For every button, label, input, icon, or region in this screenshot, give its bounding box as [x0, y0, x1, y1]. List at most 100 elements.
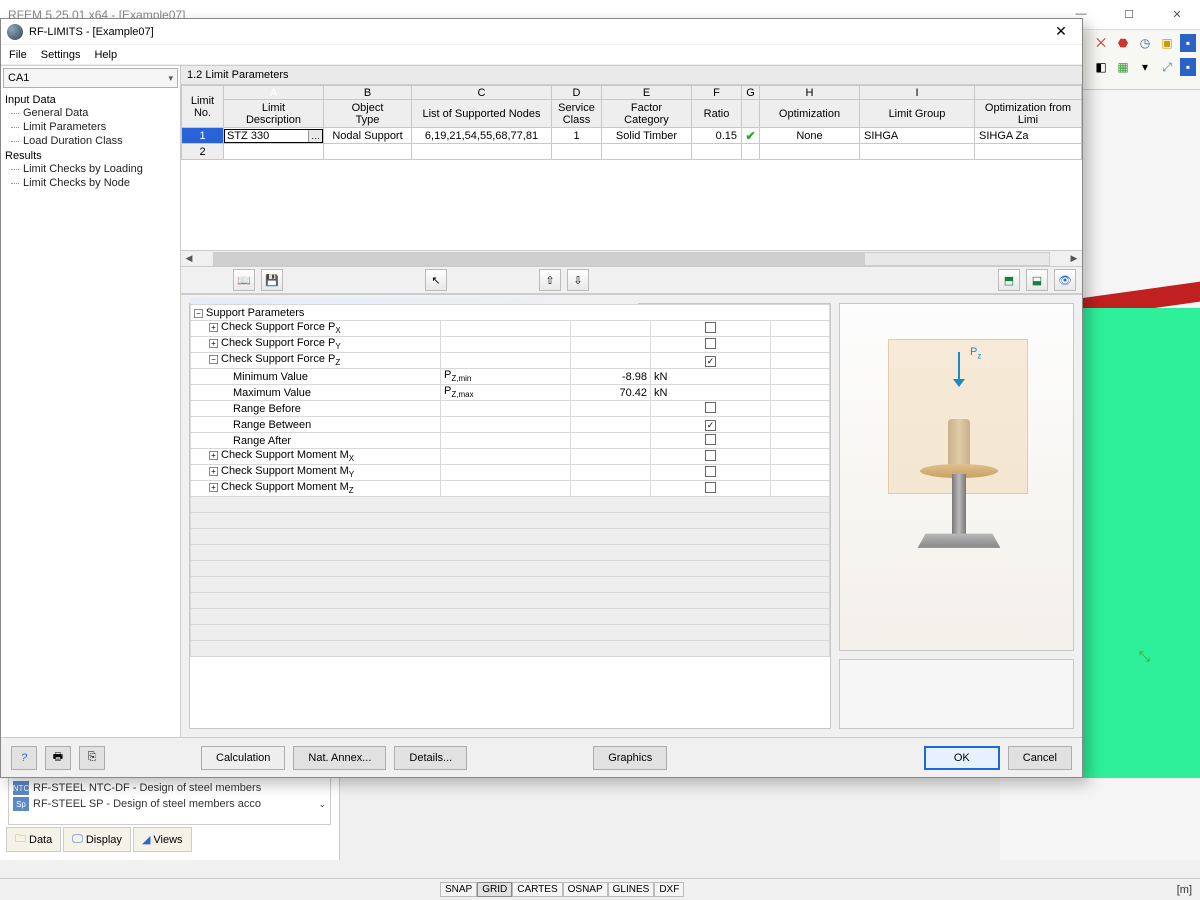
tab-display[interactable]: 🖵Display [63, 827, 131, 852]
ok-button[interactable]: OK [924, 746, 1000, 770]
nat-annex-button[interactable]: Nat. Annex... [293, 746, 386, 770]
scrollbar-thumb[interactable] [214, 253, 865, 265]
grid-hscroll[interactable]: ◀ ▶ [181, 250, 1082, 266]
expand-icon[interactable]: + [209, 323, 218, 332]
collapse-icon[interactable]: − [209, 355, 218, 364]
menu-help[interactable]: Help [94, 49, 117, 61]
checkbox-mz[interactable] [705, 482, 716, 493]
dialog-titlebar[interactable]: RF-LIMITS - [Example07] ✕ [1, 19, 1082, 45]
toolbar-icon[interactable]: ▦ [1114, 58, 1132, 76]
expand-icon[interactable]: + [209, 483, 218, 492]
collapse-icon[interactable]: − [194, 309, 203, 318]
col-header[interactable]: Service Class [552, 100, 602, 128]
nav-tree[interactable]: Input Data General Data Limit Parameters… [1, 90, 180, 737]
graphics-button[interactable]: Graphics [593, 746, 667, 770]
col-letter[interactable]: E [602, 86, 692, 100]
tree-checks-loading[interactable]: Limit Checks by Loading [5, 162, 176, 176]
col-header[interactable]: Optimization [760, 100, 860, 128]
tab-data[interactable]: 🗀Data [6, 827, 61, 852]
status-snap[interactable]: SNAP [440, 882, 477, 897]
toolbar-icon[interactable]: ⤢ [1158, 58, 1176, 76]
view-toggle-button[interactable]: 👁 [1054, 269, 1076, 291]
col-header[interactable]: List of Supported Nodes [412, 100, 552, 128]
sort-asc-button[interactable]: ⇧ [539, 269, 561, 291]
tree-limit-parameters[interactable]: Limit Parameters [5, 120, 176, 134]
limit-description-input[interactable]: STZ 330… [224, 129, 323, 143]
status-glines[interactable]: GLINES [608, 882, 655, 897]
export-button[interactable]: ⎘ [79, 746, 105, 770]
scroll-right-icon[interactable]: ▶ [1066, 253, 1082, 264]
col-header[interactable] [742, 100, 760, 128]
calculation-button[interactable]: Calculation [201, 746, 285, 770]
menu-settings[interactable]: Settings [41, 49, 81, 61]
checkbox-py[interactable] [705, 338, 716, 349]
expand-icon[interactable]: + [209, 451, 218, 460]
toolbar-icon[interactable]: ⨉ [1092, 34, 1110, 52]
checkbox-pz[interactable]: ✓ [705, 356, 716, 367]
close-icon[interactable]: ✕ [1162, 8, 1192, 21]
col-letter[interactable]: D [552, 86, 602, 100]
toolbar-icon[interactable]: ▪ [1180, 34, 1196, 52]
maximize-icon[interactable]: ☐ [1114, 8, 1144, 21]
status-dxf[interactable]: DXF [654, 882, 684, 897]
checkbox-range-before[interactable] [705, 402, 716, 413]
status-osnap[interactable]: OSNAP [563, 882, 608, 897]
table-row[interactable]: 2 [182, 144, 1082, 160]
col-no[interactable]: Limit No. [182, 86, 224, 128]
col-header[interactable]: Limit Description [224, 100, 324, 128]
case-combo[interactable]: CA1 ▾ [3, 68, 178, 88]
row-number[interactable]: 2 [182, 144, 224, 160]
menu-file[interactable]: File [9, 49, 27, 61]
tree-load-duration[interactable]: Load Duration Class [5, 134, 176, 148]
col-header[interactable]: Object Type [324, 100, 412, 128]
checkbox-mx[interactable] [705, 450, 716, 461]
library-button[interactable]: 📖 [233, 269, 255, 291]
col-header[interactable]: Factor Category [602, 100, 692, 128]
toolbar-icon[interactable]: ▪ [1180, 58, 1196, 76]
col-header[interactable]: Limit Group [860, 100, 975, 128]
expand-icon[interactable]: + [209, 467, 218, 476]
pick-button[interactable]: ↖ [425, 269, 447, 291]
col-letter[interactable]: A [224, 86, 324, 100]
excel-import-button[interactable]: ⬓ [1026, 269, 1048, 291]
checkbox-range-after[interactable] [705, 434, 716, 445]
toolbar-icon[interactable]: ▣ [1158, 34, 1176, 52]
dialog-close-icon[interactable]: ✕ [1046, 23, 1076, 40]
max-value-input[interactable]: 70.42 [571, 385, 651, 401]
cancel-button[interactable]: Cancel [1008, 746, 1072, 770]
checkbox-my[interactable] [705, 466, 716, 477]
help-button[interactable]: ? [11, 746, 37, 770]
toolbar-icon[interactable]: ◷ [1136, 34, 1154, 52]
col-header[interactable]: Ratio [692, 100, 742, 128]
toolbar-icon[interactable]: ◧ [1092, 58, 1110, 76]
col-header[interactable]: Optimization from Limi [975, 100, 1082, 128]
status-grid[interactable]: GRID [477, 882, 512, 897]
ellipsis-button[interactable]: … [308, 130, 322, 142]
save-button[interactable]: 💾 [261, 269, 283, 291]
col-letter[interactable]: B [324, 86, 412, 100]
scroll-left-icon[interactable]: ◀ [181, 253, 197, 264]
col-letter[interactable]: F [692, 86, 742, 100]
tree-checks-node[interactable]: Limit Checks by Node [5, 176, 176, 190]
toolbar-icon[interactable]: ▾ [1136, 58, 1154, 76]
tree-general-data[interactable]: General Data [5, 106, 176, 120]
col-letter[interactable]: I [860, 86, 975, 100]
status-cartes[interactable]: CARTES [512, 882, 562, 897]
details-button[interactable]: Details... [394, 746, 467, 770]
row-number[interactable]: 1 [182, 128, 224, 144]
checkbox-range-between[interactable]: ✓ [705, 420, 716, 431]
print-button[interactable]: 🖶 [45, 746, 71, 770]
tab-views[interactable]: ◢Views [133, 827, 192, 852]
limit-grid[interactable]: Limit No. A B C D E F G H I [181, 85, 1082, 250]
col-letter[interactable]: H [760, 86, 860, 100]
col-letter[interactable]: G [742, 86, 760, 100]
min-value-input[interactable]: -8.98 [571, 369, 651, 385]
col-letter[interactable] [975, 86, 1082, 100]
col-letter[interactable]: C [412, 86, 552, 100]
comment-box[interactable] [839, 659, 1074, 729]
checkbox-px[interactable] [705, 322, 716, 333]
excel-export-button[interactable]: ⬒ [998, 269, 1020, 291]
toolbar-icon[interactable]: ⬣ [1114, 34, 1132, 52]
expand-icon[interactable]: + [209, 339, 218, 348]
sort-desc-button[interactable]: ⇩ [567, 269, 589, 291]
